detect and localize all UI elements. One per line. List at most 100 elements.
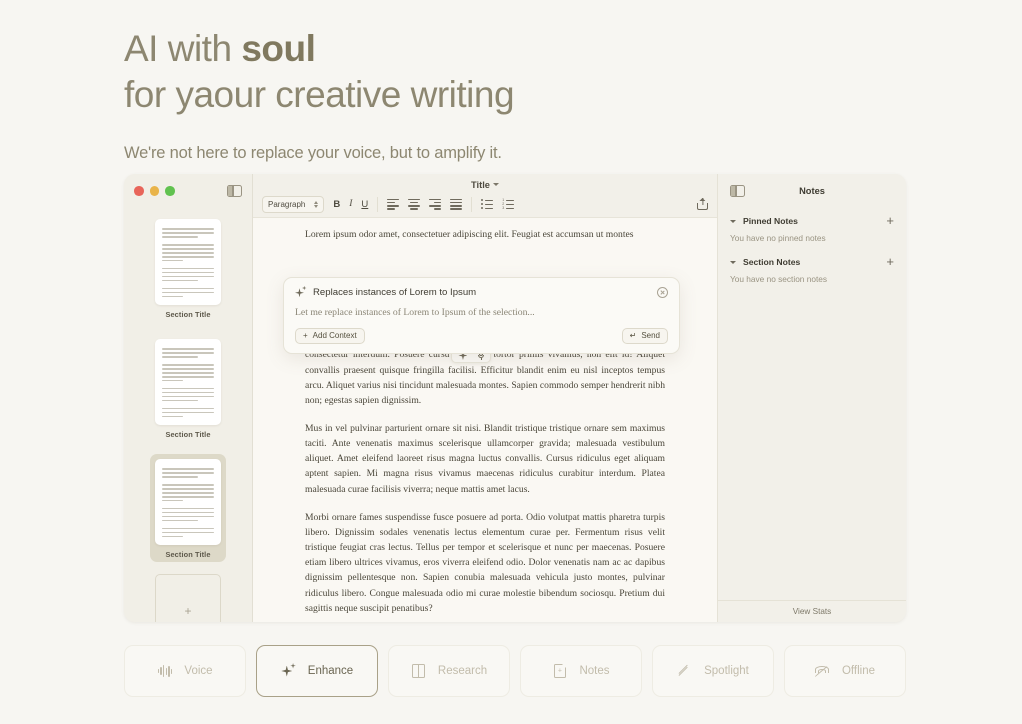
app-window: Section Title Section Title Section Titl… <box>124 174 906 622</box>
new-section-button[interactable]: + New Section <box>155 574 221 622</box>
plus-icon[interactable]: + <box>886 214 894 227</box>
page-title-line1-bold: soul <box>241 28 316 69</box>
section-thumbnail <box>155 459 221 545</box>
section-title-label: Section Title <box>165 430 211 439</box>
send-label: Send <box>641 331 660 341</box>
hero-section: AI with soul for yaour creative writing … <box>124 26 824 163</box>
paragraph-style-select[interactable]: Paragraph <box>262 195 325 213</box>
align-left-icon[interactable] <box>387 198 400 210</box>
page-title-line1-plain: AI with <box>124 28 242 69</box>
plus-icon: + <box>303 331 308 341</box>
notes-panel-title: Notes <box>799 186 825 196</box>
paragraph: Morbi ornare fames suspendisse fusce pos… <box>305 511 665 614</box>
tab-label: Spotlight <box>704 665 749 677</box>
panel-left-icon[interactable] <box>227 184 242 198</box>
italic-button[interactable]: I <box>349 199 352 210</box>
sections-sidebar: Section Title Section Title Section Titl… <box>124 174 253 622</box>
numbered-list-icon[interactable]: 1 2 3 <box>502 198 515 210</box>
tab-spotlight[interactable]: Spotlight <box>652 645 774 697</box>
feature-tab-bar: Voice Enhance Research + Notes Spotlight… <box>124 645 906 697</box>
document-scroll-area[interactable]: Lorem ipsum odor amet, consectetuer adip… <box>253 217 717 622</box>
share-icon[interactable] <box>697 198 708 211</box>
plus-icon[interactable]: + <box>886 255 894 268</box>
underline-button[interactable]: U <box>361 200 368 210</box>
bullet-list-icon[interactable] <box>481 199 494 210</box>
view-stats-button[interactable]: View Stats <box>718 600 906 622</box>
page-title-line2: for yaour creative writing <box>124 73 515 115</box>
toolbar-divider <box>377 196 379 212</box>
chevron-down-icon[interactable] <box>492 183 499 187</box>
formatting-toolbar: Paragraph B I U 1 2 3 <box>253 191 717 218</box>
notes-section-header-section[interactable]: Section Notes + <box>730 255 894 268</box>
tab-research[interactable]: Research <box>388 645 510 697</box>
waveform-icon <box>157 664 173 679</box>
ai-popup-actions: + Add Context ↵ Send <box>295 327 668 344</box>
list-item[interactable]: Section Title <box>150 334 226 442</box>
alignment-group <box>387 198 463 210</box>
tab-label: Notes <box>579 665 610 677</box>
add-context-label: Add Context <box>312 331 357 341</box>
section-title-label: Section Title <box>165 550 211 559</box>
section-title-label: Section Title <box>165 310 211 319</box>
document-title-bar[interactable]: Title <box>253 174 717 192</box>
minimize-window-button[interactable] <box>149 186 159 196</box>
tab-label: Enhance <box>307 665 354 677</box>
notes-section-label: Pinned Notes <box>743 216 798 226</box>
notes-panel-body: Pinned Notes + You have no pinned notes … <box>718 208 906 600</box>
return-icon: ↵ <box>629 331 637 341</box>
tab-label: Offline <box>841 665 876 677</box>
editor-column: Title Paragraph B I U 1 2 3 Lorem ipsum … <box>253 174 717 622</box>
pencil-icon <box>677 664 692 679</box>
stepper-icon[interactable] <box>314 200 319 208</box>
chevron-down-icon[interactable] <box>730 260 736 264</box>
sparkle-icon <box>281 663 296 679</box>
plus-icon: + <box>184 603 192 618</box>
align-justify-icon[interactable] <box>450 198 463 210</box>
notes-panel-header: Notes <box>718 174 906 208</box>
align-center-icon[interactable] <box>408 198 421 210</box>
tab-offline[interactable]: Offline <box>784 645 906 697</box>
section-thumbnail <box>155 339 221 425</box>
paragraph-style-value: Paragraph <box>268 199 306 209</box>
tab-label: Research <box>437 665 488 677</box>
ai-popup-title: Replaces instances of Lorem to Ipsum <box>313 286 477 298</box>
notes-section-label: Section Notes <box>743 257 801 267</box>
new-section-label: New Section <box>167 621 209 623</box>
list-group: 1 2 3 <box>481 198 515 210</box>
pinned-notes-empty-text: You have no pinned notes <box>730 233 826 243</box>
section-notes-empty-text: You have no section notes <box>730 274 828 284</box>
sparkle-icon <box>295 285 307 298</box>
tab-voice[interactable]: Voice <box>124 645 246 697</box>
section-thumbnail <box>155 219 221 305</box>
document-plus-icon: + <box>552 664 567 679</box>
traffic-lights[interactable] <box>134 186 175 196</box>
text-style-group: B I U <box>333 199 368 210</box>
window-titlebar <box>124 174 252 208</box>
document-title: Title <box>471 179 490 190</box>
book-icon <box>411 663 426 679</box>
paragraph: Mus in vel pulvinar parturient ornare si… <box>305 422 665 495</box>
maximize-window-button[interactable] <box>165 186 175 196</box>
close-circle-icon[interactable] <box>657 286 668 298</box>
bold-button[interactable]: B <box>333 200 340 210</box>
send-button[interactable]: ↵ Send <box>621 327 668 344</box>
ai-popup-header: Replaces instances of Lorem to Ipsum <box>295 285 668 298</box>
close-window-button[interactable] <box>134 186 144 196</box>
toolbar-divider <box>471 196 473 212</box>
chevron-down-icon[interactable] <box>730 219 736 223</box>
align-right-icon[interactable] <box>429 198 442 210</box>
section-thumbnail-list: Section Title Section Title Section Titl… <box>124 208 252 622</box>
notes-section-header-pinned[interactable]: Pinned Notes + <box>730 214 894 227</box>
ai-command-popup[interactable]: Replaces instances of Lorem to Ipsum Let… <box>283 276 680 354</box>
list-item-selected[interactable]: Section Title <box>150 454 226 562</box>
page-subtitle: We're not here to replace your voice, bu… <box>124 143 502 162</box>
list-item[interactable]: Section Title <box>150 214 226 322</box>
notes-panel: Notes Pinned Notes + You have no pinned … <box>717 174 906 622</box>
tab-notes[interactable]: + Notes <box>520 645 642 697</box>
wifi-off-icon <box>814 664 830 679</box>
tab-enhance[interactable]: Enhance <box>256 645 378 697</box>
ai-prompt-input[interactable]: Let me replace instances of Lorem to Ips… <box>295 307 668 318</box>
add-context-button[interactable]: + Add Context <box>295 327 365 344</box>
paragraph: Lorem ipsum odor amet, consectetuer adip… <box>305 228 634 240</box>
page-title: AI with soul for yaour creative writing <box>124 26 824 118</box>
